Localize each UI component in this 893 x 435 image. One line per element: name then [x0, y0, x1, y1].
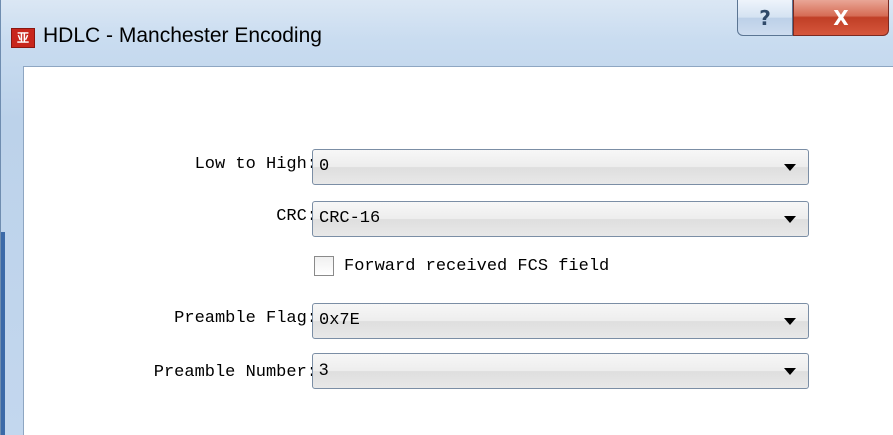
- preamble-flag-label: Preamble Flag:: [174, 309, 317, 328]
- close-button[interactable]: X: [793, 0, 889, 36]
- close-icon: X: [833, 5, 849, 30]
- preamble-number-row: Preamble Number: 3: [24, 353, 893, 389]
- preamble-number-select[interactable]: 3: [312, 353, 809, 389]
- app-icon: 亚: [11, 28, 35, 48]
- crc-value: CRC-16: [319, 209, 381, 228]
- chevron-down-icon: [784, 318, 796, 325]
- preamble-number-label: Preamble Number:: [153, 363, 317, 382]
- chevron-down-icon: [784, 216, 796, 223]
- help-icon: ?: [759, 5, 771, 30]
- preamble-number-value: 3: [319, 360, 329, 379]
- low-to-high-select[interactable]: 0: [312, 149, 809, 185]
- window-edge: [1, 232, 5, 435]
- preamble-flag-row: Preamble Flag: 0x7E: [24, 303, 893, 339]
- forward-fcs-checkbox[interactable]: [314, 256, 334, 276]
- forward-fcs-label[interactable]: Forward received FCS field: [344, 257, 609, 276]
- title-bar[interactable]: 亚 HDLC - Manchester Encoding ? X: [1, 0, 893, 62]
- chevron-down-icon: [784, 368, 796, 375]
- forward-fcs-row[interactable]: Forward received FCS field: [314, 256, 714, 280]
- crc-select[interactable]: CRC-16: [312, 201, 809, 237]
- chevron-down-icon: [784, 164, 796, 171]
- crc-label: CRC:: [276, 207, 317, 226]
- crc-row: CRC: CRC-16: [24, 201, 893, 237]
- low-to-high-value: 0: [319, 157, 330, 176]
- preamble-flag-select[interactable]: 0x7E: [312, 303, 809, 339]
- dialog-window: 亚 HDLC - Manchester Encoding ? X Low to …: [0, 0, 893, 435]
- preamble-flag-value: 0x7E: [319, 311, 360, 330]
- low-to-high-row: Low to High: 0: [24, 149, 893, 185]
- window-title: HDLC - Manchester Encoding: [43, 24, 322, 47]
- help-button[interactable]: ?: [737, 0, 793, 36]
- low-to-high-label: Low to High:: [194, 155, 317, 174]
- dialog-content: Low to High: 0 CRC: CRC-16 Forward recei…: [23, 66, 893, 435]
